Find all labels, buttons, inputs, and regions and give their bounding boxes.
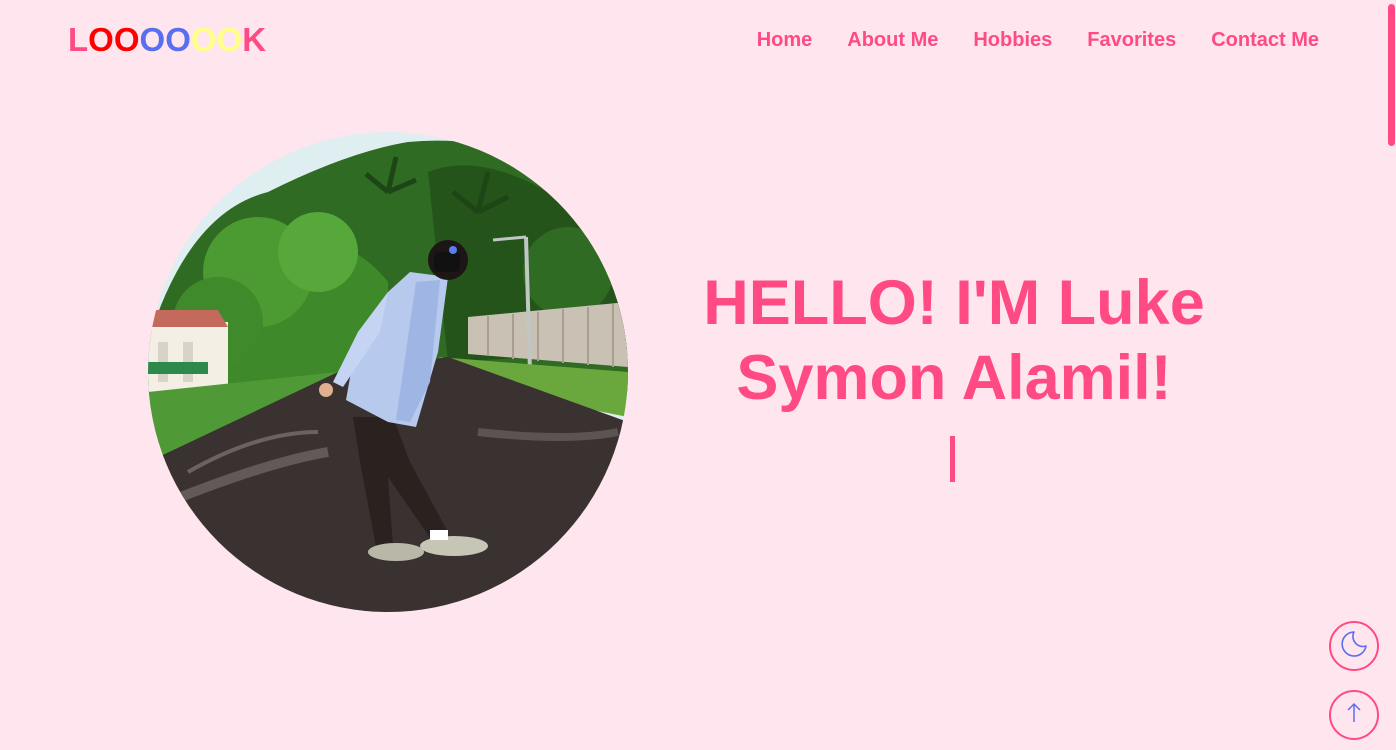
nav-contact-me[interactable]: Contact Me xyxy=(1211,28,1319,52)
nav-home[interactable]: Home xyxy=(757,28,813,52)
hero-title: HELLO! I'M Luke Symon Alamil! xyxy=(680,266,1228,416)
nav-about-me[interactable]: About Me xyxy=(847,28,938,52)
logo-letter: O xyxy=(88,21,114,58)
hero-title-line1: HELLO! I'M Luke xyxy=(703,268,1205,338)
theme-toggle-button[interactable] xyxy=(1329,621,1379,671)
profile-photo xyxy=(148,132,628,612)
nav-favorites[interactable]: Favorites xyxy=(1087,28,1176,52)
main-nav: Home About Me Hobbies Favorites Contact … xyxy=(757,28,1319,52)
logo-letter: O xyxy=(216,21,243,58)
logo-letter: L xyxy=(68,21,89,58)
site-logo[interactable]: LOOOOOOK xyxy=(68,22,266,58)
moon-icon xyxy=(1339,629,1369,664)
page-scrollbar[interactable] xyxy=(1386,0,1396,750)
hero-title-line2: Symon Alamil! xyxy=(736,343,1172,413)
logo-letter: O xyxy=(113,21,140,58)
back-to-top-button[interactable] xyxy=(1329,690,1379,740)
nav-hobbies[interactable]: Hobbies xyxy=(973,28,1052,52)
scrollbar-thumb[interactable] xyxy=(1388,4,1395,146)
arrow-up-icon xyxy=(1342,700,1366,731)
logo-letter: O xyxy=(139,21,166,58)
typing-cursor xyxy=(950,436,955,482)
logo-letter: K xyxy=(242,21,267,58)
page: LOOOOOOK Home About Me Hobbies Favorites… xyxy=(0,0,1396,750)
logo-letter: O xyxy=(165,21,191,58)
logo-letter: O xyxy=(190,21,217,58)
